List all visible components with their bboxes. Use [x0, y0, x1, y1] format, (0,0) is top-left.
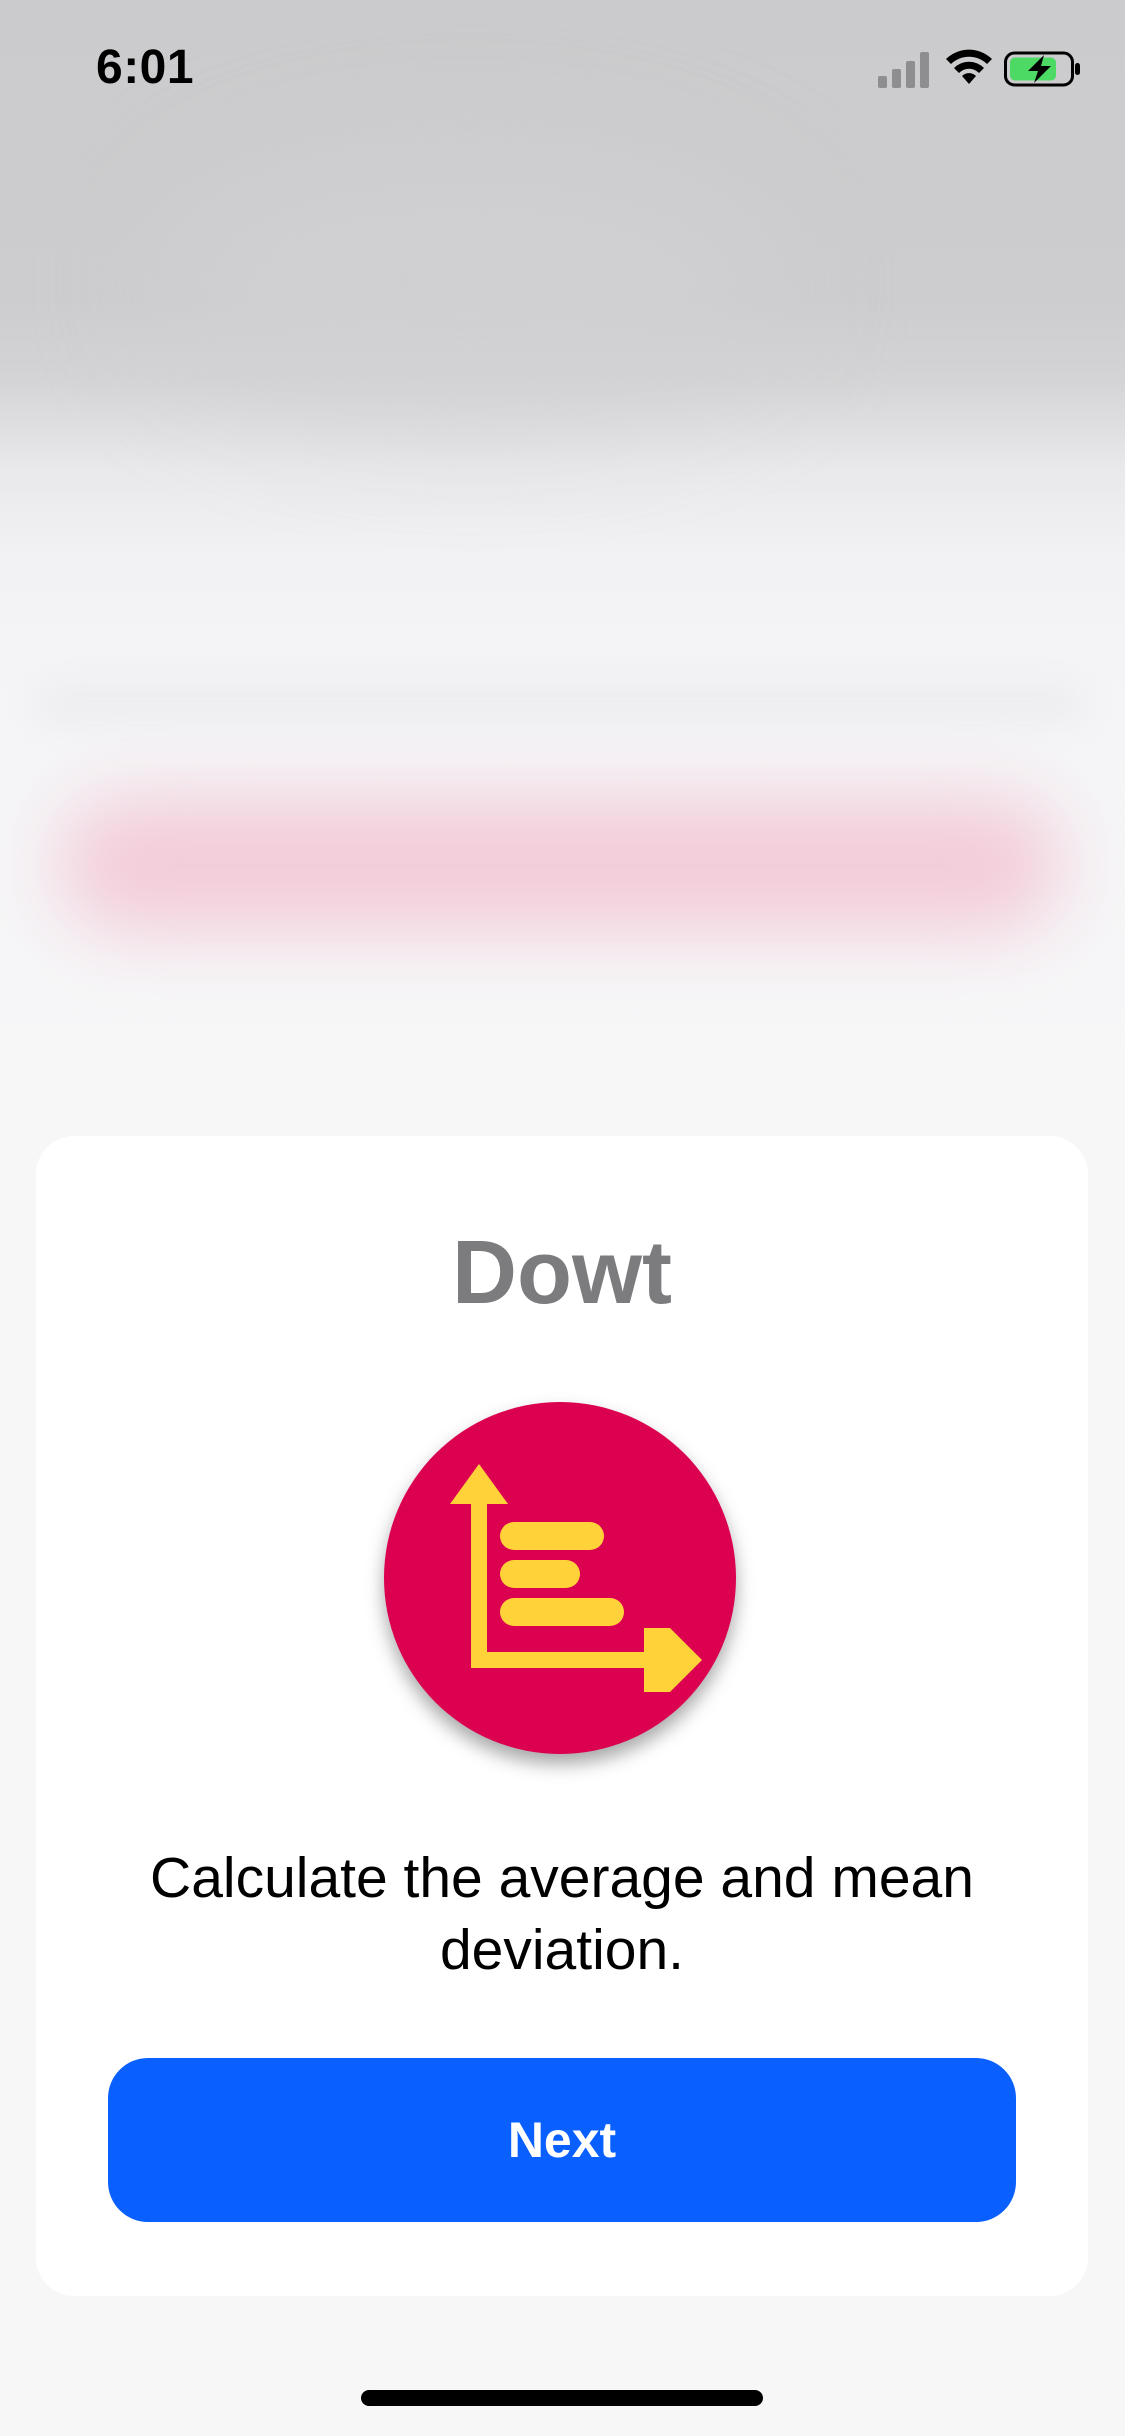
battery-charging-icon: [1004, 51, 1080, 87]
next-button[interactable]: Next: [108, 2058, 1016, 2222]
onboarding-description: Calculate the average and mean deviation…: [150, 1846, 974, 1982]
wifi-icon: [946, 49, 992, 84]
background-blur-shape: [160, 150, 780, 410]
background-blur-pink-band: [60, 800, 1060, 930]
bar-chart-logo-icon: [384, 1402, 736, 1754]
status-bar: 6:01: [0, 0, 1125, 132]
background-blur-line: [40, 690, 1080, 716]
home-indicator[interactable]: [361, 2390, 763, 2406]
status-time: 6:01: [96, 41, 195, 94]
onboarding-card: Dowt Calculate the average and mean devi…: [36, 1136, 1088, 2296]
cellular-signal-icon: [878, 52, 929, 88]
app-title: Dowt: [452, 1223, 672, 1323]
